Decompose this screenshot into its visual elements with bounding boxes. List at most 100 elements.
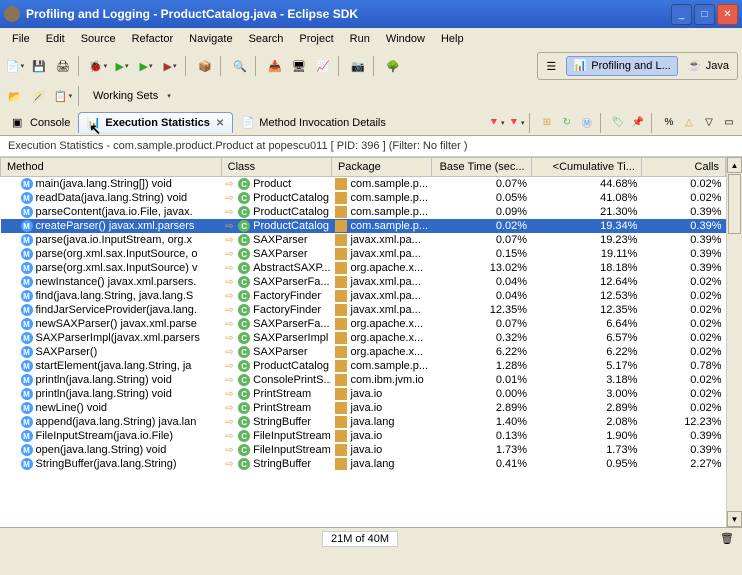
home-button[interactable]: ⊞ (538, 114, 556, 132)
open-perspective-button[interactable]: ☰ (540, 55, 562, 77)
menu-run[interactable]: Run (342, 31, 378, 47)
profile-button[interactable]: ▶▾ (135, 55, 157, 77)
save-button[interactable]: 💾 (28, 55, 50, 77)
scroll-down-button[interactable]: ▼ (727, 511, 742, 527)
percent-button[interactable]: % (660, 114, 678, 132)
table-row[interactable]: MfindJarServiceProvider(java.lang.⇨CFact… (1, 303, 726, 317)
tab-console[interactable]: ▣ Console (4, 113, 78, 133)
table-row[interactable]: MFileInputStream(java.io.File)⇨CFileInpu… (1, 429, 726, 443)
column-package[interactable]: Package (331, 158, 431, 177)
table-row[interactable]: Mopen(java.lang.String) void⇨CFileInputS… (1, 443, 726, 457)
external-tools-button[interactable]: ▶▾ (159, 55, 181, 77)
new-package-button[interactable]: 📦 (194, 55, 216, 77)
column-calls[interactable]: Calls (641, 158, 725, 177)
table-row[interactable]: MparseContent(java.io.File, javax.⇨CProd… (1, 205, 726, 219)
table-row[interactable]: Mparse(org.xml.sax.InputSource, o⇨CSAXPa… (1, 247, 726, 261)
refresh-button[interactable]: ↻ (558, 114, 576, 132)
method-name: main(java.lang.String[]) void (36, 178, 172, 190)
trash-icon[interactable]: 🗑 (720, 532, 734, 545)
menu-edit[interactable]: Edit (38, 31, 73, 47)
column-method[interactable]: Method (1, 158, 222, 177)
menu-search[interactable]: Search (241, 31, 292, 47)
table-row[interactable]: MnewInstance() javax.xml.parsers.⇨CSAXPa… (1, 275, 726, 289)
new-button[interactable]: 📄▾ (4, 55, 26, 77)
table-row[interactable]: Mprintln(java.lang.String) void⇨CConsole… (1, 373, 726, 387)
tag-button[interactable]: 🏷 (609, 114, 627, 132)
list-button[interactable]: 📋▾ (52, 85, 74, 107)
separator (373, 56, 378, 76)
scroll-up-button[interactable]: ▲ (727, 157, 742, 173)
cumulative-time-value: 5.17% (531, 359, 641, 373)
table-row[interactable]: MreadData(java.lang.String) void⇨CProduc… (1, 191, 726, 205)
table-row[interactable]: MstartElement(java.lang.String, ja⇨CProd… (1, 359, 726, 373)
table-row[interactable]: McreateParser() javax.xml.parsers⇨CProdu… (1, 219, 726, 233)
scroll-thumb[interactable] (728, 174, 741, 234)
class-icon: C (238, 318, 250, 330)
view-toolbar: 🔻▾ 🔻▾ ⊞ ↻ Ⓜ 🏷 📌 % △ ▽ ▭ (487, 113, 738, 133)
close-button[interactable]: ✕ (717, 4, 738, 25)
menu-window[interactable]: Window (378, 31, 433, 47)
menu-help[interactable]: Help (433, 31, 472, 47)
table-row[interactable]: Mprintln(java.lang.String) void⇨CPrintSt… (1, 387, 726, 401)
close-icon[interactable]: ✕ (216, 118, 224, 129)
perspective-profiling[interactable]: 📊 Profiling and L... (566, 56, 678, 76)
table-row[interactable]: MStringBuffer(java.lang.String)⇨CStringB… (1, 457, 726, 471)
minimize-button[interactable]: _ (671, 4, 692, 25)
table-row[interactable]: MSAXParserImpl(javax.xml.parsers⇨CSAXPar… (1, 331, 726, 345)
pin-button[interactable]: 📌 (629, 114, 647, 132)
column-cumulative-time[interactable]: <Cumulative Ti... (531, 158, 641, 177)
table-row[interactable]: MSAXParser()⇨CSAXParserorg.apache.x...6.… (1, 345, 726, 359)
class-icon: C (238, 220, 250, 232)
wand-button[interactable]: 🪄 (28, 85, 50, 107)
table-row[interactable]: Mparse(org.xml.sax.InputSource) v⇨CAbstr… (1, 261, 726, 275)
perspective-label: Profiling and L... (591, 60, 671, 72)
class-name: Product (253, 178, 291, 190)
import-button[interactable]: 📥 (264, 55, 286, 77)
table-row[interactable]: MnewSAXParser() javax.xml.parse⇨CSAXPars… (1, 317, 726, 331)
run-button[interactable]: ▶▾ (111, 55, 133, 77)
maximize-button[interactable]: □ (694, 4, 715, 25)
screenshot-button[interactable]: 📷 (347, 55, 369, 77)
filter-button[interactable]: 🔻▾ (487, 114, 505, 132)
separator (338, 56, 343, 76)
menu-navigate[interactable]: Navigate (181, 31, 240, 47)
scroll-track[interactable] (727, 235, 742, 511)
method-name: parse(org.xml.sax.InputSource) v (36, 262, 198, 274)
tab-execution-statistics[interactable]: 📊 Execution Statistics ✕ ↖ (78, 112, 233, 133)
open-button[interactable]: 📂 (4, 85, 26, 107)
tree-button[interactable]: 🌳 (382, 55, 404, 77)
table-row[interactable]: Mmain(java.lang.String[]) void⇨CProductc… (1, 177, 726, 192)
method-view-button[interactable]: Ⓜ (578, 114, 596, 132)
link-icon: ⇨ (225, 235, 235, 245)
table-row[interactable]: Mfind(java.lang.String, java.lang.S⇨CFac… (1, 289, 726, 303)
graph-button[interactable]: 📈 (312, 55, 334, 77)
menu-file[interactable]: File (4, 31, 38, 47)
menu-refactor[interactable]: Refactor (124, 31, 182, 47)
monitor-button[interactable]: 🖥 (288, 55, 310, 77)
cumulative-time-value: 3.18% (531, 373, 641, 387)
method-name: open(java.lang.String) void (36, 444, 167, 456)
table-row[interactable]: Mparse(java.io.InputStream, org.x⇨CSAXPa… (1, 233, 726, 247)
print-button[interactable]: 🖨 (52, 55, 74, 77)
delta-button[interactable]: △ (680, 114, 698, 132)
base-time-value: 0.05% (431, 191, 531, 205)
vertical-scrollbar[interactable]: ▲ ▼ (726, 157, 742, 527)
open-type-button[interactable]: 🔍 (229, 55, 251, 77)
chevron-down-icon[interactable]: ▾ (167, 92, 171, 100)
filter2-button[interactable]: 🔻▾ (507, 114, 525, 132)
working-sets-label[interactable]: Working Sets (87, 88, 164, 104)
class-name: ProductCatalog (253, 360, 329, 372)
menu-project[interactable]: Project (291, 31, 341, 47)
menu-source[interactable]: Source (73, 31, 124, 47)
perspective-java[interactable]: ☕ Java (682, 57, 735, 75)
column-base-time[interactable]: Base Time (sec... (431, 158, 531, 177)
column-class[interactable]: Class (221, 158, 331, 177)
debug-button[interactable]: 🐞▾ (87, 55, 109, 77)
minimize-view-button[interactable]: ▭ (720, 114, 738, 132)
method-name: createParser() javax.xml.parsers (36, 220, 195, 232)
perspective-switcher: ☰ 📊 Profiling and L... ☕ Java (537, 52, 738, 80)
table-row[interactable]: Mappend(java.lang.String) java.lan⇨CStri… (1, 415, 726, 429)
menu-button[interactable]: ▽ (700, 114, 718, 132)
tab-method-invocation[interactable]: 📄 Method Invocation Details (233, 113, 394, 133)
table-row[interactable]: MnewLine() void⇨CPrintStreamjava.io2.89%… (1, 401, 726, 415)
